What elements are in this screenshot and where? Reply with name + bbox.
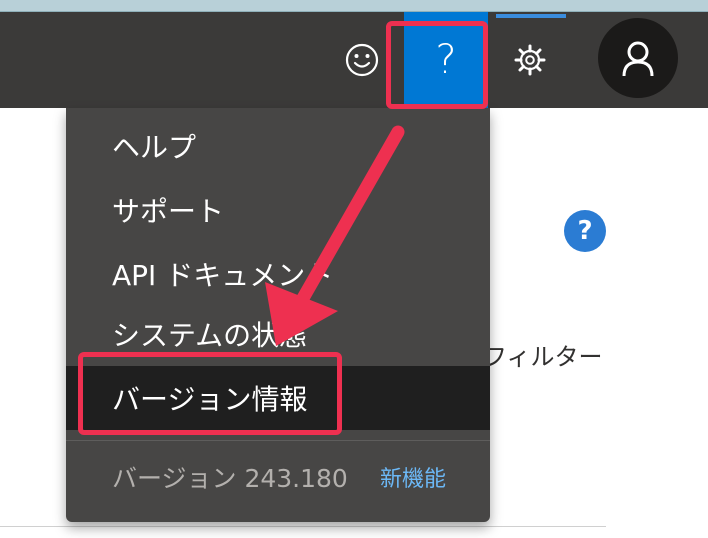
menu-item-label: サポート <box>112 195 225 228</box>
menu-item-label: システムの状態 <box>112 319 308 352</box>
help-menu: ヘルプ サポート API ドキュメント システムの状態 バージョン情報 バージョ… <box>66 108 490 522</box>
menu-item-version-info[interactable]: バージョン情報 <box>66 366 490 430</box>
menu-item-label: API ドキュメント <box>112 259 334 292</box>
settings-button[interactable] <box>502 12 558 108</box>
menu-footer: バージョン 243.180 新機能 <box>66 446 490 508</box>
smiley-icon <box>345 43 379 77</box>
filter-label[interactable]: フィルター <box>483 337 603 372</box>
menu-item-help[interactable]: ヘルプ <box>66 114 490 178</box>
account-button[interactable] <box>598 18 678 98</box>
whats-new-link[interactable]: 新機能 <box>380 461 446 493</box>
content-help-icon[interactable]: ? <box>564 210 606 252</box>
version-label: バージョン 243.180 <box>112 464 348 493</box>
person-icon <box>622 41 654 77</box>
menu-item-system-status[interactable]: システムの状態 <box>66 302 490 366</box>
menu-item-support[interactable]: サポート <box>66 178 490 242</box>
menu-item-api-docs[interactable]: API ドキュメント <box>66 242 490 306</box>
feedback-button[interactable] <box>336 12 388 108</box>
help-icon: ? <box>435 37 457 83</box>
window-top-strip <box>0 0 708 11</box>
menu-item-label: ヘルプ <box>112 131 197 164</box>
gear-icon <box>514 44 546 76</box>
menu-divider <box>66 440 490 441</box>
menu-item-label: バージョン情報 <box>112 383 308 416</box>
content-divider <box>0 526 606 527</box>
help-button[interactable]: ? <box>404 12 488 108</box>
